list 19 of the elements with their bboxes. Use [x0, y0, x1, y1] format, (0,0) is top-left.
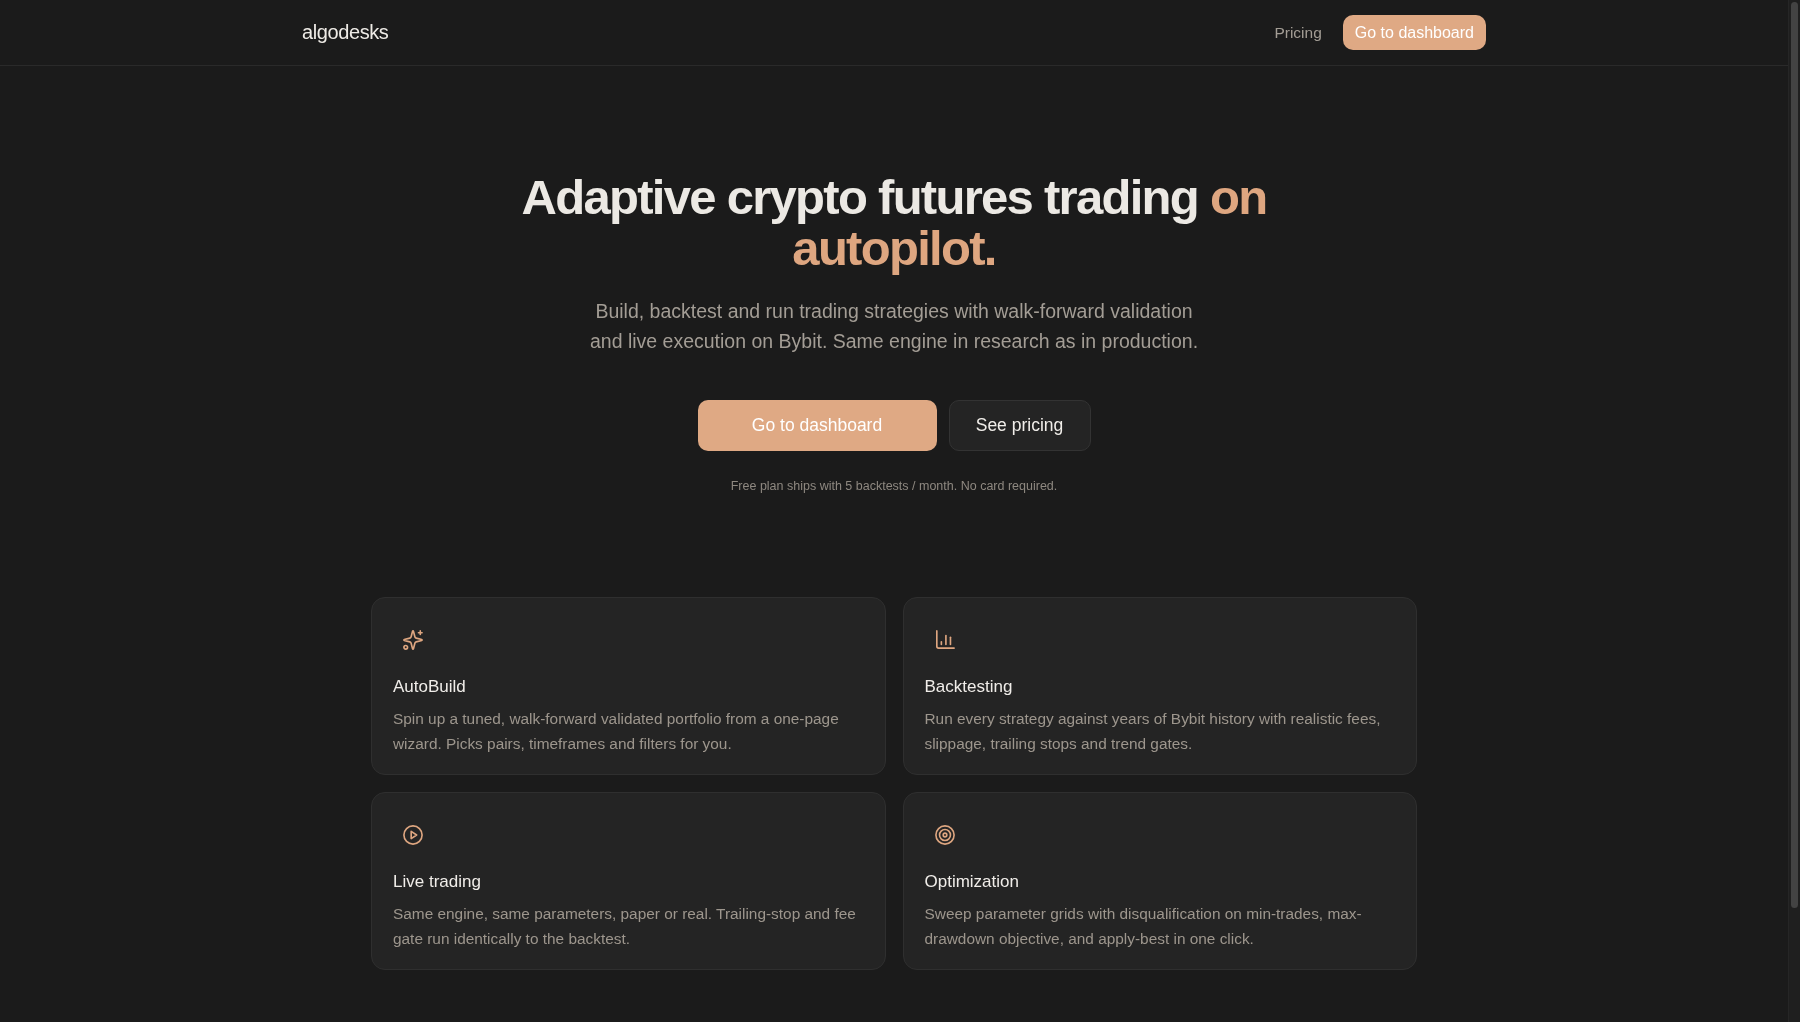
logo[interactable]: algodesks	[302, 21, 389, 44]
feature-title: Backtesting	[924, 676, 1014, 698]
plan-note: Free plan ships with 5 backtests / month. No card required.	[730, 478, 1058, 495]
sparkles-icon	[403, 630, 423, 650]
feature-title: Optimization	[924, 871, 1020, 893]
feature-description: Same engine, same parameters, paper or real. Trailing-stop and fee gate run identically to the backtest.	[393, 904, 857, 949]
pricing-button[interactable]: See pricing	[948, 400, 1091, 451]
feature-description: Spin up a tuned, walk-forward validated portfolio from a one-page wizard. Picks pairs, timeframes and filters for you.	[393, 709, 840, 754]
feature-title: Live trading	[393, 871, 482, 893]
hero-heading: Adaptive crypto futures trading on autopilot.	[520, 172, 1268, 274]
scrollbar-thumb[interactable]	[1791, 2, 1798, 908]
feature-title: AutoBuild	[393, 676, 467, 698]
bar-chart-icon	[934, 630, 955, 650]
hero-subtitle: Build, backtest and run trading strategies with walk-forward validation and live execution on Bybit. Same engine in research as in production.	[589, 299, 1199, 354]
pricing-link[interactable]: Pricing	[1274, 23, 1322, 42]
feature-description: Sweep parameter grids with disqualification on min-trades, max-drawdown objective, and apply-best in one click.	[924, 904, 1363, 949]
feature-description: Run every strategy against years of Bybit history with realistic fees, slippage, trailing stops and trend gates.	[924, 709, 1382, 754]
target-icon	[934, 825, 955, 845]
play-circle-icon	[403, 825, 423, 845]
